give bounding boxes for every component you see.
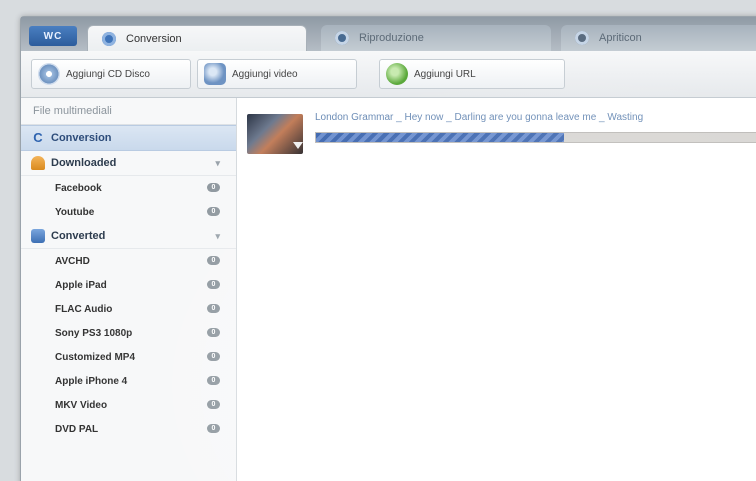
count-badge: 0 — [207, 256, 220, 265]
sidebar-item-facebook[interactable]: Facebook 0 — [21, 176, 236, 200]
convert-icon — [102, 31, 116, 46]
app-window: WC Conversion Riproduzione Apriticon Agg… — [20, 16, 756, 481]
sidebar-item-apple-ipad[interactable]: Apple iPad 0 — [21, 273, 236, 297]
list-item[interactable]: London Grammar _ Hey now _ Darling are y… — [247, 110, 756, 168]
tab-label: Riproduzione — [359, 32, 424, 44]
add-url-button[interactable]: Aggiungi URL — [379, 59, 565, 89]
play-icon — [335, 31, 349, 45]
sidebar-item-customized-mp4[interactable]: Customized MP4 0 — [21, 345, 236, 369]
tab-strip: WC Conversion Riproduzione Apriticon — [21, 17, 756, 51]
chevron-down-icon: ▾ — [215, 231, 220, 241]
convert-icon: C — [33, 130, 43, 145]
film-icon — [204, 63, 226, 85]
count-badge: 0 — [207, 352, 220, 361]
expand-arrow-icon[interactable] — [293, 142, 303, 149]
count-badge: 0 — [207, 280, 220, 289]
disc-icon — [38, 63, 60, 85]
sidebar-group-converted[interactable]: Converted ▾ — [21, 224, 236, 249]
sidebar-item-label: Conversion — [51, 132, 112, 144]
tab-conversion[interactable]: Conversion — [87, 25, 307, 51]
count-badge: 0 — [207, 400, 220, 409]
conversion-list: London Grammar _ Hey now _ Darling are y… — [237, 98, 756, 481]
progress-bar — [315, 132, 756, 143]
sidebar-item-youtube[interactable]: Youtube 0 — [21, 200, 236, 224]
sidebar-item-label: AVCHD — [55, 255, 90, 267]
count-badge: 0 — [207, 304, 220, 313]
sidebar-item-label: Sony PS3 1080p — [55, 327, 133, 339]
sidebar-item-label: DVD PAL — [55, 423, 99, 435]
video-title: London Grammar _ Hey now _ Darling are y… — [315, 112, 644, 123]
count-badge: 0 — [207, 424, 220, 433]
sidebar-item-label: MKV Video — [55, 399, 108, 411]
sidebar-item-label: Youtube — [55, 206, 95, 218]
group-label: Downloaded — [51, 157, 117, 169]
sidebar: File multimediali C Conversion Downloade… — [21, 98, 237, 481]
add-cd-label: Aggiungi CD Disco — [66, 68, 150, 80]
group-label: Converted — [51, 230, 106, 242]
chevron-down-icon: ▾ — [215, 158, 220, 168]
count-badge: 0 — [207, 207, 220, 216]
sidebar-item-dvd-pal[interactable]: DVD PAL 0 — [21, 417, 236, 441]
download-icon — [31, 156, 45, 170]
tab-label: Apriticon — [599, 32, 642, 44]
progress-fill — [316, 133, 564, 142]
sidebar-item-avchd[interactable]: AVCHD 0 — [21, 249, 236, 273]
add-cd-button[interactable]: Aggiungi CD Disco — [31, 59, 191, 89]
sidebar-group-downloaded[interactable]: Downloaded ▾ — [21, 151, 236, 176]
sidebar-item-label: Customized MP4 — [55, 351, 136, 363]
count-badge: 0 — [207, 328, 220, 337]
sidebar-item-label: Apple iPad — [55, 279, 107, 291]
add-video-button[interactable]: Aggiungi video — [197, 59, 357, 89]
sidebar-item-apple-iphone[interactable]: Apple iPhone 4 0 — [21, 369, 236, 393]
tab-label: Conversion — [126, 32, 182, 45]
gear-icon — [575, 31, 589, 45]
sidebar-heading: File multimediali — [21, 98, 236, 125]
sidebar-item-label: Facebook — [55, 182, 102, 194]
tab-riproduzione[interactable]: Riproduzione — [321, 25, 551, 51]
sidebar-item-label: Apple iPhone 4 — [55, 375, 128, 387]
count-badge: 0 — [207, 376, 220, 385]
toolbar: Aggiungi CD Disco Aggiungi video Aggiung… — [21, 51, 756, 98]
converted-folder-icon — [31, 229, 45, 243]
sidebar-item-label: FLAC Audio — [55, 303, 113, 315]
screenshot: WC Conversion Riproduzione Apriticon Agg… — [0, 0, 756, 481]
sidebar-item-conversion[interactable]: C Conversion — [21, 125, 236, 151]
video-thumbnail[interactable] — [247, 114, 303, 154]
sidebar-item-mkv-video[interactable]: MKV Video 0 — [21, 393, 236, 417]
add-video-label: Aggiungi video — [232, 68, 298, 80]
count-badge: 0 — [207, 183, 220, 192]
tab-apriticon[interactable]: Apriticon — [561, 25, 756, 51]
sidebar-item-flac-audio[interactable]: FLAC Audio 0 — [21, 297, 236, 321]
add-url-label: Aggiungi URL — [414, 68, 476, 80]
sidebar-item-sony-ps3[interactable]: Sony PS3 1080p 0 — [21, 321, 236, 345]
app-logo: WC — [29, 26, 77, 46]
globe-icon — [386, 63, 408, 85]
